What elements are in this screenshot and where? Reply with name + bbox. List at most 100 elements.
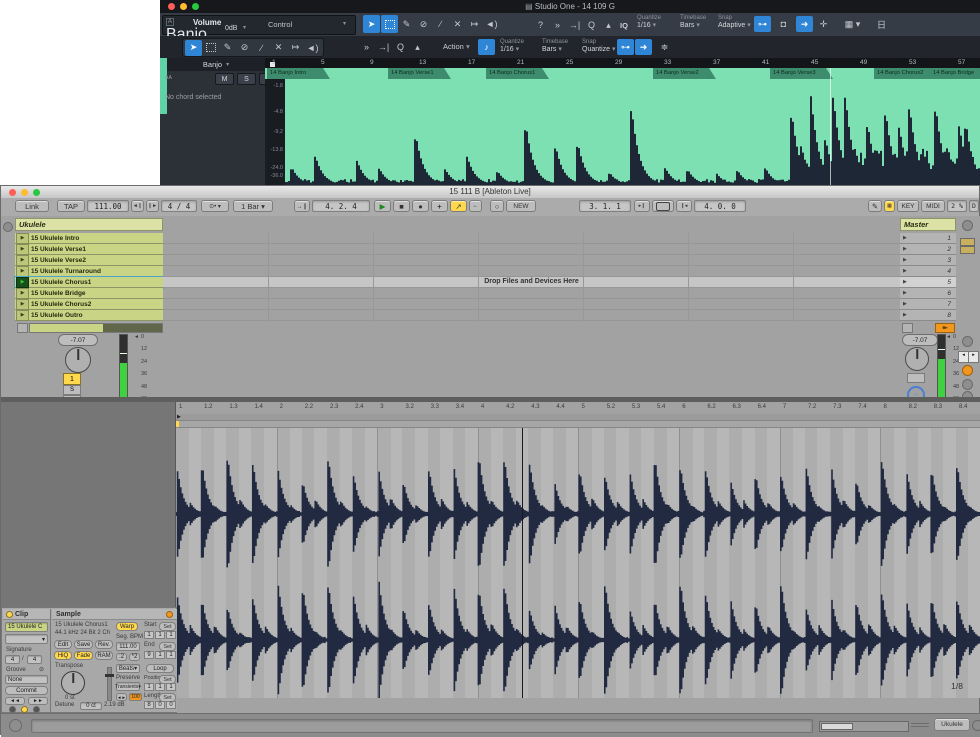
- session-grid-row[interactable]: [163, 233, 900, 244]
- automation-value[interactable]: 0dB: [225, 25, 237, 33]
- io-show-toggle-icon[interactable]: [3, 222, 13, 232]
- loop-brace-strip[interactable]: ▶: [176, 414, 980, 421]
- hot-swap-icon[interactable]: ⊘: [39, 666, 44, 673]
- bend-tool-icon[interactable]: ↦: [287, 40, 304, 56]
- tape-icon[interactable]: 日: [873, 16, 890, 32]
- clip-slot[interactable]: ▶15 Ukulele Chorus2: [15, 299, 163, 310]
- studio-one-titlebar[interactable]: ▤ Studio One - 14 109 G: [160, 0, 980, 13]
- action-menu[interactable]: Action ▾: [443, 42, 470, 51]
- stop-all-clips-button[interactable]: [902, 323, 913, 333]
- automation-arm-icon[interactable]: ↗: [450, 200, 467, 212]
- sample-editor[interactable]: 1/8: [176, 428, 980, 698]
- sends-toggle-icon[interactable]: [962, 365, 973, 376]
- record-button[interactable]: ●: [412, 200, 429, 212]
- clip-launch-icon[interactable]: ▶: [16, 310, 29, 321]
- select-tool-icon[interactable]: ➤: [185, 40, 202, 56]
- nudge-forward-button[interactable]: ►►: [28, 697, 48, 705]
- grid-resolution-label[interactable]: 1/8: [951, 681, 963, 691]
- scene-slot[interactable]: ▶7: [900, 299, 956, 310]
- session-grid-row[interactable]: Drop Files and Devices Here: [163, 277, 900, 288]
- clip-launch-icon[interactable]: ▶: [16, 244, 29, 255]
- crosshair-icon[interactable]: ✛: [815, 16, 832, 32]
- nudge-up-icon[interactable]: ❙►: [146, 200, 159, 212]
- master-volume-display[interactable]: -7.07: [902, 334, 938, 346]
- mixer-section-toggle-icon[interactable]: [962, 336, 973, 347]
- timebase-selector[interactable]: Timebase Bars ▾: [542, 39, 568, 54]
- clip-slot[interactable]: ▶15 Ukulele Intro: [15, 233, 163, 244]
- eraser-tool-icon[interactable]: ⊘: [236, 40, 253, 56]
- quantize-selector[interactable]: Quantize 1/16 ▾: [637, 15, 661, 30]
- length-value-field[interactable]: 0: [166, 701, 176, 709]
- session-grid-row[interactable]: [163, 244, 900, 255]
- start-value-field[interactable]: 1: [166, 631, 176, 639]
- session-grid-row[interactable]: [163, 299, 900, 310]
- autofit-icon[interactable]: ᴀᴀ: [165, 74, 172, 81]
- quantize-note-icon[interactable]: ♪: [478, 39, 495, 55]
- close-icon[interactable]: [9, 189, 16, 196]
- clip-overview[interactable]: [819, 721, 909, 732]
- info-toggle-icon[interactable]: [9, 719, 22, 732]
- input-quantize-toggle[interactable]: IQ: [620, 21, 628, 30]
- arrow-right-icon[interactable]: ➜: [635, 39, 652, 55]
- split-tool-icon[interactable]: ∕: [432, 16, 449, 32]
- track-volume-display[interactable]: -7.07: [58, 334, 98, 346]
- warp-mode-menu[interactable]: Beats▾: [116, 664, 140, 673]
- clip-activator-icon[interactable]: [6, 611, 13, 618]
- master-track-header[interactable]: Master: [900, 218, 956, 231]
- solo-button[interactable]: S: [237, 73, 256, 85]
- play-button[interactable]: ▶: [374, 200, 391, 212]
- chevron-down-icon[interactable]: ▾: [243, 25, 246, 32]
- chevron-down-icon[interactable]: ▾: [343, 21, 346, 28]
- position-value-field[interactable]: 1: [155, 683, 165, 691]
- loop-start-field[interactable]: 3. 1. 1: [579, 200, 631, 212]
- follow-edit-icon[interactable]: →|: [375, 39, 392, 55]
- scene-launch-icon[interactable]: ▶: [903, 279, 907, 285]
- clip-slot[interactable]: ▶15 Ukulele Verse2: [15, 255, 163, 266]
- punch-out-icon[interactable]: ❙◂: [676, 200, 692, 212]
- autoscroll-icon[interactable]: »: [358, 39, 375, 55]
- automation-mode[interactable]: Control: [268, 20, 292, 29]
- end-value-field[interactable]: 1: [166, 651, 176, 659]
- back-to-arrangement-icon[interactable]: ←: [469, 200, 482, 212]
- draw-tool-icon[interactable]: ✎: [398, 16, 415, 32]
- start-value-field[interactable]: 1: [155, 631, 165, 639]
- clip-launch-icon[interactable]: ▶: [16, 277, 29, 288]
- clip-slot[interactable]: ▶15 Ukulele Bridge: [15, 288, 163, 299]
- audio-waveform[interactable]: [285, 79, 980, 185]
- fade-button[interactable]: Fade: [74, 651, 93, 660]
- select-tool-icon[interactable]: ➤: [363, 15, 380, 33]
- detune-field[interactable]: 0 ct: [80, 702, 102, 710]
- range-tool-icon[interactable]: [202, 40, 219, 56]
- divide-icon[interactable]: ≑: [656, 39, 673, 55]
- snap-selector[interactable]: Snap Quantize ▾: [582, 39, 616, 54]
- session-grid-row[interactable]: [163, 288, 900, 299]
- scene-launch-icon[interactable]: ▶: [903, 312, 907, 318]
- help-icon[interactable]: ?: [532, 17, 549, 33]
- clip-launch-icon[interactable]: ▶: [16, 266, 29, 277]
- set-end-button[interactable]: Set: [159, 642, 176, 651]
- position-value-field[interactable]: 1: [166, 683, 176, 691]
- audio-clip-label[interactable]: 14 Banjo Verse2: [653, 68, 716, 79]
- time-signature-field[interactable]: 4 / 4: [161, 200, 197, 212]
- end-value-field[interactable]: 1: [155, 651, 165, 659]
- snap-selector[interactable]: Snap Adaptive ▾: [718, 15, 751, 30]
- quantization-menu[interactable]: 1 Bar ▾: [233, 200, 273, 212]
- audio-clip-label[interactable]: 14 Banjo Verse1: [388, 68, 451, 79]
- listen-tool-icon[interactable]: ◄): [304, 40, 321, 56]
- audio-clip-label[interactable]: 14 Banjo Intro: [267, 68, 330, 79]
- track-name-selector[interactable]: Banjo ▾: [167, 58, 265, 71]
- clip-start-marker[interactable]: ▶: [177, 414, 181, 420]
- session-grid[interactable]: Drop Files and Devices Here: [163, 233, 900, 321]
- punch-in-icon[interactable]: ▸❙: [634, 200, 650, 212]
- scene-launch-icon[interactable]: ▶: [903, 268, 907, 274]
- timebase-selector[interactable]: Timebase Bars ▾: [680, 15, 706, 30]
- commit-button[interactable]: Commit: [5, 686, 48, 695]
- minimize-icon[interactable]: [180, 3, 187, 10]
- minimize-icon[interactable]: [21, 189, 28, 196]
- scene-slot[interactable]: ▶6: [900, 288, 956, 299]
- warp-button[interactable]: Warp: [116, 622, 138, 631]
- position-value-field[interactable]: 1: [144, 683, 154, 691]
- session-grid-row[interactable]: [163, 310, 900, 321]
- overdub-button[interactable]: +: [431, 200, 448, 212]
- range-tool-icon[interactable]: [381, 15, 398, 33]
